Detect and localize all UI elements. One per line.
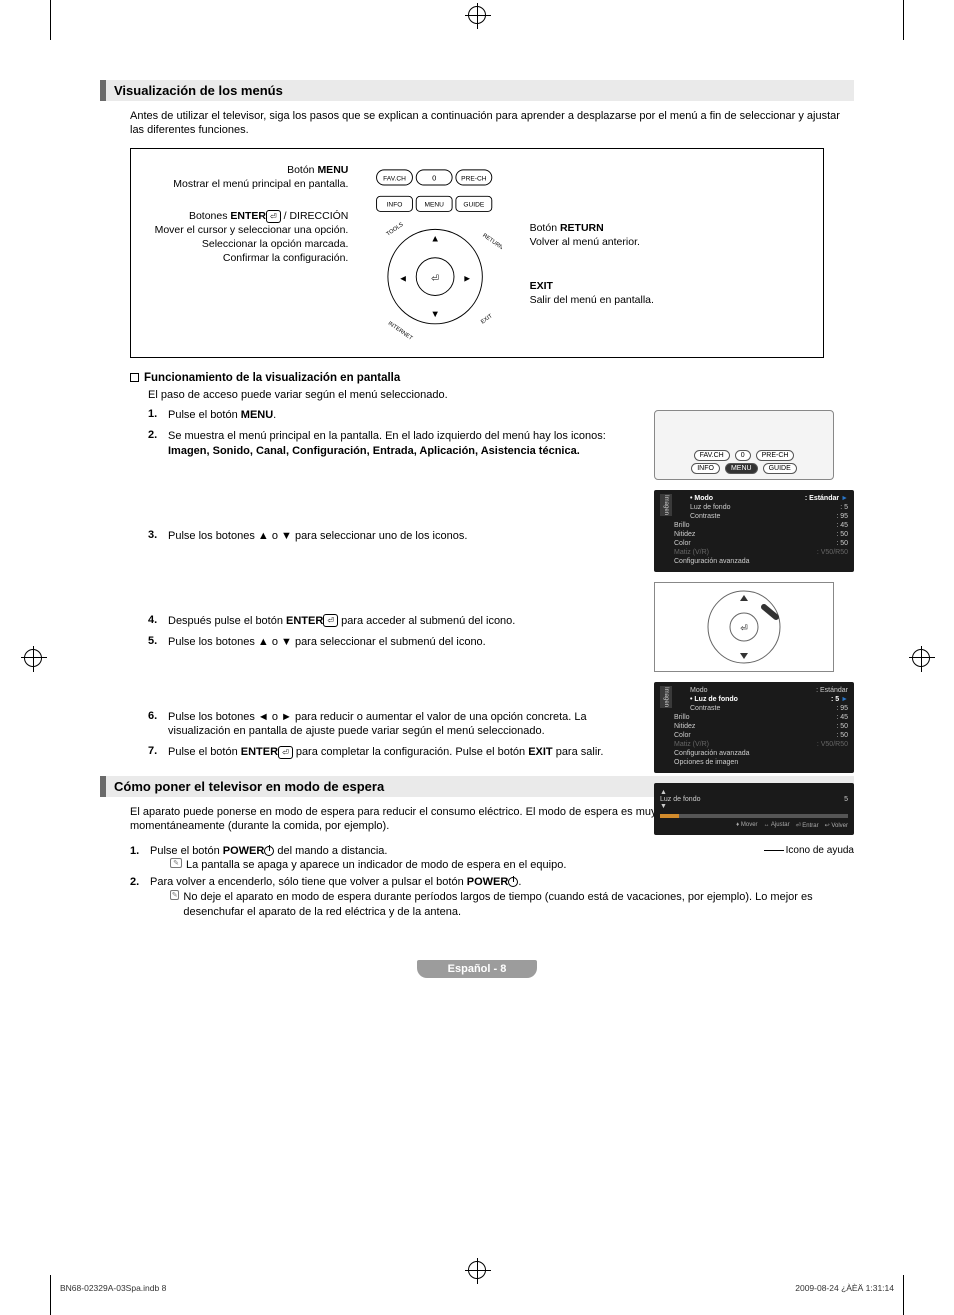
return-desc: Volver al menú anterior. bbox=[530, 235, 813, 249]
svg-text:MENU: MENU bbox=[425, 201, 445, 208]
svg-text:GUIDE: GUIDE bbox=[464, 201, 486, 208]
enter-desc: Confirmar la configuración. bbox=[141, 251, 348, 265]
footer: BN68-02329A-03Spa.indb 8 2009-08-24 ¿ÀÈÄ… bbox=[60, 1283, 894, 1293]
dpad-icon: ⏎ bbox=[654, 582, 834, 672]
step-note: ✎No deje el aparato en modo de espera du… bbox=[170, 890, 854, 920]
remote-diagram: Botón MENUBotón MENU Mostrar el menú pri… bbox=[130, 148, 824, 358]
registration-mark-icon bbox=[468, 6, 486, 24]
crop-mark bbox=[903, 0, 904, 40]
step-number: 1. bbox=[130, 844, 150, 874]
crop-mark bbox=[903, 1275, 904, 1315]
enter-icon: ⏎ bbox=[266, 210, 281, 223]
exit-label: EXIT bbox=[530, 279, 813, 293]
svg-text:▲: ▲ bbox=[431, 233, 440, 244]
crop-mark bbox=[50, 1275, 51, 1315]
figure-column: FAV.CH0PRE-CH INFOMENUGUIDE Imagen • Mod… bbox=[654, 410, 854, 856]
help-icon-label: Icono de ayuda bbox=[654, 845, 854, 856]
enter-desc: Seleccionar la opción marcada. bbox=[141, 237, 348, 251]
svg-text:►: ► bbox=[463, 273, 472, 284]
power-icon bbox=[508, 877, 518, 887]
svg-text:FAV.CH: FAV.CH bbox=[383, 175, 406, 182]
power-icon bbox=[264, 846, 274, 856]
slider-screenshot: ▲Luz de fondo▼ 5 ♦ Mover ↔ Ajustar ⏎ Ent… bbox=[654, 783, 854, 835]
subsection-note: El paso de acceso puede variar según el … bbox=[148, 388, 854, 403]
note-icon: ✎ bbox=[170, 858, 182, 868]
svg-text:INFO: INFO bbox=[387, 201, 403, 208]
enter-icon: ⏎ bbox=[278, 746, 293, 759]
remote-partial-icon: FAV.CH0PRE-CH INFOMENUGUIDE bbox=[654, 410, 834, 480]
square-bullet-icon bbox=[130, 373, 139, 382]
page-number: Español - 8 bbox=[417, 960, 537, 978]
step-number: 2. bbox=[148, 429, 168, 459]
subsection-heading: Funcionamiento de la visualización en pa… bbox=[130, 372, 854, 384]
step-number: 1. bbox=[148, 408, 168, 423]
registration-mark-icon bbox=[24, 649, 42, 667]
step-number: 3. bbox=[148, 529, 168, 544]
section-title: Visualización de los menús bbox=[100, 80, 854, 101]
step-number: 4. bbox=[148, 614, 168, 629]
svg-text:PRE-CH: PRE-CH bbox=[462, 175, 488, 182]
step-text: Para volver a encenderlo, sólo tiene que… bbox=[150, 875, 854, 890]
enter-desc: Mover el cursor y seleccionar una opción… bbox=[141, 223, 348, 237]
svg-text:EXIT: EXIT bbox=[480, 313, 494, 325]
step-number: 6. bbox=[148, 710, 168, 740]
footer-left: BN68-02329A-03Spa.indb 8 bbox=[60, 1283, 166, 1293]
enter-icon: ⏎ bbox=[323, 614, 338, 627]
osd-screenshot: Imagen Modo: Estándar• Luz de fondo: 5 ►… bbox=[654, 682, 854, 773]
registration-mark-icon bbox=[912, 649, 930, 667]
svg-text:▼: ▼ bbox=[431, 309, 440, 320]
svg-text:RETURN: RETURN bbox=[482, 232, 502, 250]
svg-text:0: 0 bbox=[432, 173, 436, 182]
enter-button-label: Botones ENTER⏎ / DIRECCIÓN bbox=[141, 209, 348, 223]
return-button-label: Botón RETURN bbox=[530, 221, 813, 235]
exit-desc: Salir del menú en pantalla. bbox=[530, 293, 813, 307]
svg-text:⏎: ⏎ bbox=[740, 623, 748, 633]
svg-text:TOOLS: TOOLS bbox=[386, 221, 405, 237]
menu-button-desc: Mostrar el menú principal en pantalla. bbox=[141, 177, 348, 191]
intro-text: Antes de utilizar el televisor, siga los… bbox=[130, 109, 854, 138]
svg-text:INTERNET: INTERNET bbox=[387, 320, 414, 341]
step-note: ✎La pantalla se apaga y aparece un indic… bbox=[170, 858, 854, 873]
footer-right: 2009-08-24 ¿ÀÈÄ 1:31:14 bbox=[795, 1283, 894, 1293]
step-number: 5. bbox=[148, 635, 168, 650]
menu-button-label: Botón MENUBotón MENU bbox=[141, 163, 348, 177]
svg-text:◄: ◄ bbox=[399, 273, 408, 284]
remote-control-icon: FAV.CH 0 PRE-CH INFO MENU GUIDE ⏎ ▲ ▼ ◄ … bbox=[369, 163, 501, 343]
registration-mark-icon bbox=[468, 1261, 486, 1279]
svg-text:⏎: ⏎ bbox=[432, 273, 440, 284]
crop-mark bbox=[50, 0, 51, 40]
osd-screenshot: Imagen • Modo: Estándar ►Luz de fondo: 5… bbox=[654, 490, 854, 572]
step-number: 7. bbox=[148, 745, 168, 760]
note-icon: ✎ bbox=[170, 890, 179, 900]
step-number: 2. bbox=[130, 875, 150, 920]
